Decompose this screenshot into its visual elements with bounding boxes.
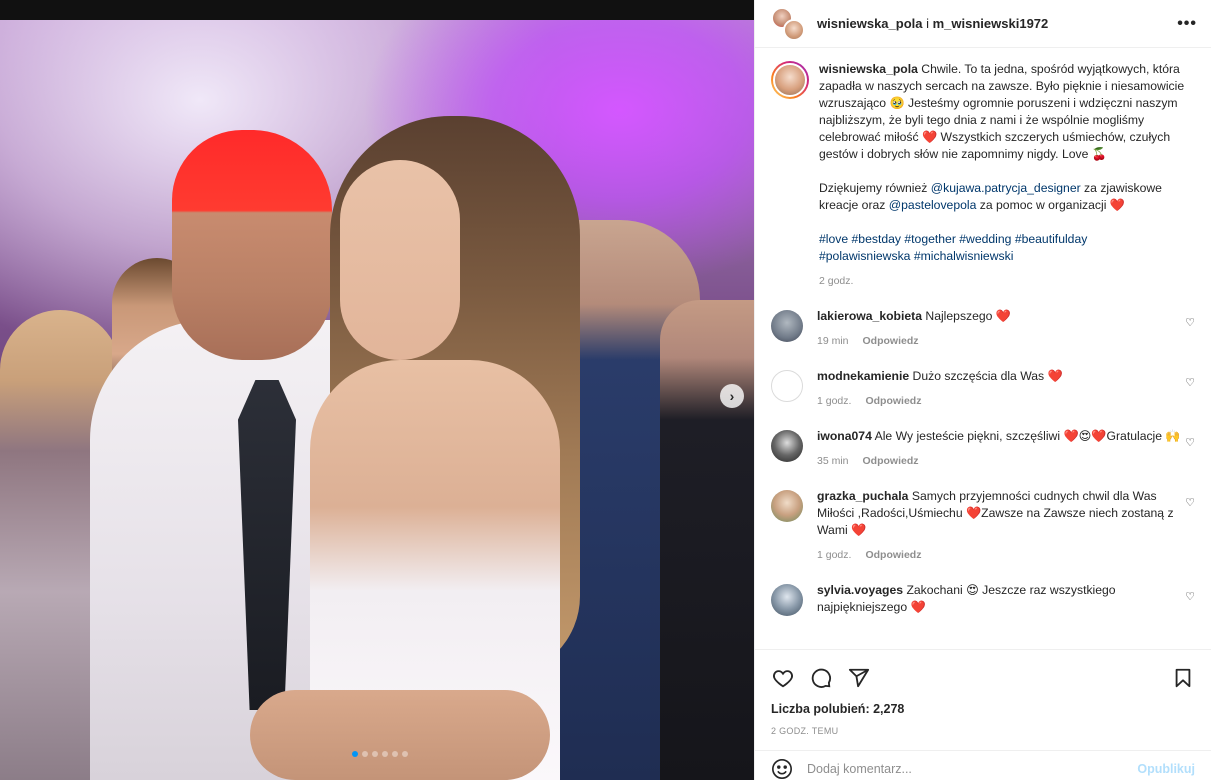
comment-username[interactable]: modnekamienie [817,369,909,383]
likes-count[interactable]: Liczba polubień: 2,278 [771,702,1195,716]
comment-body: Dużo szczęścia dla Was [912,369,1045,383]
heart-emoji: ❤️ [1047,369,1063,383]
like-icon[interactable] [771,666,795,690]
comment-username[interactable]: iwona074 [817,429,872,443]
comment-username[interactable]: grazka_puchala [817,489,908,503]
header-avatars[interactable] [771,6,805,41]
carousel-dot [382,751,388,757]
emoji-picker-icon[interactable] [771,758,793,780]
publish-button[interactable]: Opublikuj [1137,762,1195,776]
post-caption: wisniewska_pola Chwile. To ta jedna, spo… [771,61,1195,290]
comment-item: sylvia.voyages Zakochani 😍 Jeszcze raz w… [771,582,1195,616]
caption-username[interactable]: wisniewska_pola [819,62,918,76]
carousel-dot [362,751,368,757]
carousel-dot [372,751,378,757]
comment-like-icon[interactable]: ♡ [1185,590,1195,603]
reply-button[interactable]: Odpowiedz [863,335,919,347]
reply-button[interactable]: Odpowiedz [863,455,919,467]
header-username-2[interactable]: m_wisniewski1972 [933,16,1049,31]
comment-like-icon[interactable]: ♡ [1185,436,1195,449]
comment-icon[interactable] [809,666,833,690]
comment-input[interactable] [807,762,1138,776]
save-bookmark-icon[interactable] [1171,666,1195,690]
photo-groom-head [172,130,332,360]
caption-time-label: 2 godz. [819,275,854,287]
comment-username[interactable]: lakierowa_kobieta [817,309,922,323]
comment-text: lakierowa_kobieta Najlepszego ❤️ 19 min O… [817,308,1195,350]
carousel-dots [352,751,408,757]
avatar[interactable] [771,430,803,462]
caption-time: 2 godz. [819,273,1195,290]
photo-man-right [660,300,754,780]
comment-time: 35 min [817,455,849,467]
carousel-dot [352,751,358,757]
comment-text: modnekamienie Dużo szczęścia dla Was ❤️ … [817,368,1195,410]
cherry-emoji: 🍒 [1091,147,1107,161]
comment-body: Najlepszego [925,309,993,323]
avatar[interactable] [771,370,803,402]
comment-text: sylvia.voyages Zakochani 😍 Jeszcze raz w… [817,582,1195,616]
comments-list[interactable]: wisniewska_pola Chwile. To ta jedna, spo… [755,49,1211,649]
post-header: wisniewska_pola i m_wisniewski1972 ••• [755,0,1211,48]
comment-time: 1 godz. [817,395,852,407]
next-slide-button[interactable]: › [720,384,744,408]
header-separator: i [922,16,933,31]
hashtags-line[interactable]: #polawisniewska #michalwisniewski [819,248,1195,265]
photo-hands [250,690,550,780]
carousel-dot [392,751,398,757]
avatar[interactable] [771,310,803,342]
comment-time: 1 godz. [817,549,852,561]
comment-like-icon[interactable]: ♡ [1185,496,1195,509]
comment-item: grazka_puchala Samych przyjemności cudny… [771,488,1195,564]
comment-username[interactable]: sylvia.voyages [817,583,903,597]
comment-like-icon[interactable]: ♡ [1185,316,1195,329]
hashtags-line[interactable]: #love #bestday #together #wedding #beaut… [819,231,1195,248]
comment-text: iwona074 Ale Wy jesteście piękni, szczęś… [817,428,1195,470]
heart-emoji: ❤️ [921,130,938,144]
header-usernames: wisniewska_pola i m_wisniewski1972 [817,16,1177,31]
comment-text: grazka_puchala Samych przyjemności cudny… [817,488,1195,564]
avatar[interactable] [771,490,803,522]
photo-bride-face [340,160,460,360]
comment-time: 19 min [817,335,849,347]
action-bar [771,658,1195,698]
post-media: › [0,0,754,780]
caption-avatar[interactable] [771,61,809,99]
post-panel: wisniewska_pola i m_wisniewski1972 ••• w… [754,0,1211,780]
header-username-1[interactable]: wisniewska_pola [817,16,923,31]
mention-link[interactable]: @kujawa.patrycja_designer [931,181,1081,195]
share-icon[interactable] [847,666,871,690]
comment-like-icon[interactable]: ♡ [1185,376,1195,389]
post-actions: Liczba polubień: 2,278 2 godz. temu Opub… [755,649,1211,780]
caption-text: wisniewska_pola Chwile. To ta jedna, spo… [819,61,1195,290]
post-photo[interactable] [0,20,754,780]
mention-link[interactable]: @pastelovepola [889,198,977,212]
comment-body: Ale Wy jesteście piękni, szczęśliwi ❤️😍❤… [874,429,1181,443]
heart-emoji: ❤️ [1109,198,1126,212]
carousel-dot [402,751,408,757]
avatar[interactable] [771,584,803,616]
heart-emoji: ❤️ [851,523,867,537]
reply-button[interactable]: Odpowiedz [865,395,921,407]
more-options-icon[interactable]: ••• [1177,15,1197,33]
comment-item: lakierowa_kobieta Najlepszego ❤️ 19 min O… [771,308,1195,350]
reply-button[interactable]: Odpowiedz [865,549,921,561]
heart-emoji: ❤️ [995,309,1012,323]
comment-item: iwona074 Ale Wy jesteście piękni, szczęś… [771,428,1195,470]
caption-thanks: Dziękujemy również [819,181,931,195]
heart-emoji: ❤️ [910,600,926,614]
add-comment-bar: Opublikuj [755,750,1211,780]
post-timestamp: 2 godz. temu [771,726,839,736]
comment-item: modnekamienie Dużo szczęścia dla Was ❤️ … [771,368,1195,410]
avatar[interactable] [783,18,805,41]
caption-thanks-3: za pomoc w organizacji [976,198,1110,212]
